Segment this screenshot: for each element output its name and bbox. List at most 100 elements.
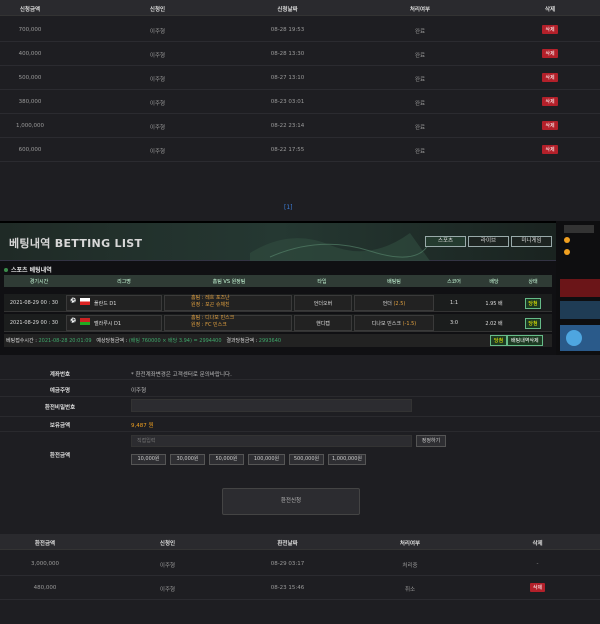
bet-score: 3:0 [449, 320, 459, 326]
amount-input[interactable] [132, 436, 411, 446]
table-row: 3,000,000 이주형 08-29 03:17 처리중 - [0, 554, 600, 576]
row-status: 완료 [414, 53, 426, 59]
sidebar-tab[interactable] [564, 225, 594, 233]
holder-value: 이주형 [131, 388, 147, 394]
quick-amount-button[interactable]: 1,000,000원 [328, 454, 366, 465]
bet-summary-text: 베팅접수시간 : 2021-08-28 20:01:09 예상당첨금액 : (배… [6, 338, 282, 344]
bet-teams: 홈팀 : 디나모 민스크 원정 : FC 민스크 [191, 315, 235, 328]
sidebar-blue-button[interactable] [560, 301, 600, 319]
bet-time: 2021-08-29 00 : 30 [9, 300, 59, 306]
header-league: 리그명 [117, 279, 131, 285]
holder-label: 예금주명 [49, 388, 71, 394]
password-field[interactable] [131, 399, 412, 412]
delete-button[interactable]: 삭제 [542, 97, 558, 106]
password-input[interactable] [132, 400, 411, 411]
row-date: 08-29 03:17 [270, 561, 305, 567]
quick-amount-button[interactable]: 50,000원 [209, 454, 244, 465]
balance-value: 9,487 원 [131, 423, 154, 429]
row-date: 08-27 13:10 [270, 75, 305, 81]
delete-button[interactable]: 삭제 [542, 73, 558, 82]
header-score: 스코어 [447, 279, 461, 285]
exchange-submit-button[interactable]: 환전신청 [222, 488, 360, 515]
win-badge: 당첨 [490, 335, 508, 346]
row-name: 이주형 [149, 53, 166, 59]
delete-button[interactable]: 삭제 [542, 121, 558, 130]
betting-row: 2021-08-29 00 : 30 ⚽ 폴란드 D1 홈팀 : 레흐 포즈난 원… [4, 294, 552, 312]
betting-table-header: 경기시간 리그명 홈팀 VS 원정팀 타입 배팅팀 스코어 배당 상태 [4, 275, 552, 287]
reset-button[interactable]: 정정하기 [416, 435, 446, 447]
delete-betting-history-button[interactable]: 배팅내역삭제 [507, 335, 543, 346]
row-date: 08-23 03:01 [270, 99, 305, 105]
quick-amount-button[interactable]: 30,000원 [170, 454, 205, 465]
status-badge: 당첨 [525, 318, 541, 329]
account-notice: * 환전계좌변경은 고객센터로 문의바랍니다. [131, 372, 232, 378]
quick-amount-button[interactable]: 500,000원 [289, 454, 324, 465]
row-delete: - [536, 561, 539, 567]
table-row: 380,000 이주형 08-23 03:01 완료 삭제 [0, 90, 600, 114]
row-amount: 3,000,000 [31, 561, 59, 567]
amount-label: 환전금액 [49, 453, 71, 459]
telegram-banner[interactable] [560, 325, 600, 351]
flag-belarus-icon [80, 318, 90, 325]
header-amount: 신청금액 [19, 7, 41, 13]
exchange-form: 계좌번호 * 환전계좌변경은 고객센터로 문의바랍니다. 예금주명 이주형 환전… [0, 355, 600, 531]
row-amount: 400,000 [18, 51, 42, 57]
bet-teams: 홈팀 : 레흐 포즈난 원정 : 포곤 슈체친 [191, 295, 230, 308]
charge-history-table: 신청금액 신청인 신청날짜 처리여부 삭제 700,000 이주형 08-28 … [0, 0, 600, 216]
bet-pick: 언더 (2.5) [382, 301, 406, 307]
row-name: 이주형 [149, 125, 166, 131]
quick-amount-button[interactable]: 10,000원 [131, 454, 166, 465]
quick-amount-button[interactable]: 100,000원 [248, 454, 285, 465]
row-name: 이주형 [149, 149, 166, 155]
tab-live[interactable]: 라이브 [468, 236, 509, 247]
bet-type: 핸디캡 [316, 321, 330, 327]
row-date: 08-28 13:30 [270, 51, 305, 57]
exchange-history-table: 환전금액 신청인 환전날짜 처리여부 삭제 3,000,000 이주형 08-2… [0, 534, 600, 624]
account-label: 계좌번호 [49, 372, 71, 378]
row-amount: 380,000 [18, 99, 42, 105]
row-status: 완료 [414, 149, 426, 155]
header-delete: 삭제 [532, 541, 543, 547]
row-amount: 700,000 [18, 27, 42, 33]
header-name: 신청인 [159, 541, 176, 547]
sports-betting-subtitle: 스포츠 베팅내역 [4, 265, 52, 274]
tab-sports[interactable]: 스포츠 [425, 236, 466, 247]
status-badge: 당첨 [525, 298, 541, 309]
row-amount: 1,000,000 [16, 123, 44, 129]
header-time: 경기시간 [29, 279, 49, 285]
pagination-page-1[interactable]: [1] [284, 204, 293, 211]
table-row: 600,000 이주형 08-22 17:55 완료 삭제 [0, 138, 600, 162]
row-status: 완료 [414, 125, 426, 131]
header-status: 처리여부 [399, 541, 421, 547]
flag-poland-icon [80, 298, 90, 305]
row-status: 취소 [404, 587, 416, 593]
row-status: 처리중 [402, 563, 418, 569]
balance-label: 보유금액 [49, 423, 71, 429]
point-icon [564, 249, 570, 255]
tab-minigame[interactable]: 미니게임 [511, 236, 552, 247]
table-row: 1,000,000 이주형 08-22 23:14 완료 삭제 [0, 114, 600, 138]
telegram-icon [566, 330, 582, 346]
sidebar-red-button[interactable] [560, 279, 600, 297]
row-name: 이주형 [149, 29, 166, 35]
delete-button[interactable]: 삭제 [529, 583, 546, 592]
delete-button[interactable]: 삭제 [542, 49, 558, 58]
amount-field[interactable] [131, 435, 412, 447]
soccer-ball-icon: ⚽ [70, 318, 77, 324]
delete-button[interactable]: 삭제 [542, 25, 558, 34]
bet-odds: 2.02 배 [485, 321, 503, 327]
bet-time: 2021-08-29 00 : 30 [9, 320, 59, 326]
header-odds: 배당 [489, 279, 499, 285]
password-label: 환전비밀번호 [44, 405, 76, 411]
betting-summary: 베팅접수시간 : 2021-08-28 20:01:09 예상당첨금액 : (배… [4, 334, 552, 347]
row-name: 이주형 [159, 587, 176, 593]
row-status: 완료 [414, 101, 426, 107]
bet-league: 폴란드 D1 [94, 301, 117, 307]
row-status: 완료 [414, 29, 426, 35]
coin-icon [564, 237, 570, 243]
bet-score: 1:1 [449, 300, 459, 306]
table-header: 환전금액 신청인 환전날짜 처리여부 삭제 [0, 534, 600, 550]
delete-button[interactable]: 삭제 [542, 145, 558, 154]
table-row: 500,000 이주형 08-27 13:10 완료 삭제 [0, 66, 600, 90]
table-header: 신청금액 신청인 신청날짜 처리여부 삭제 [0, 0, 600, 16]
